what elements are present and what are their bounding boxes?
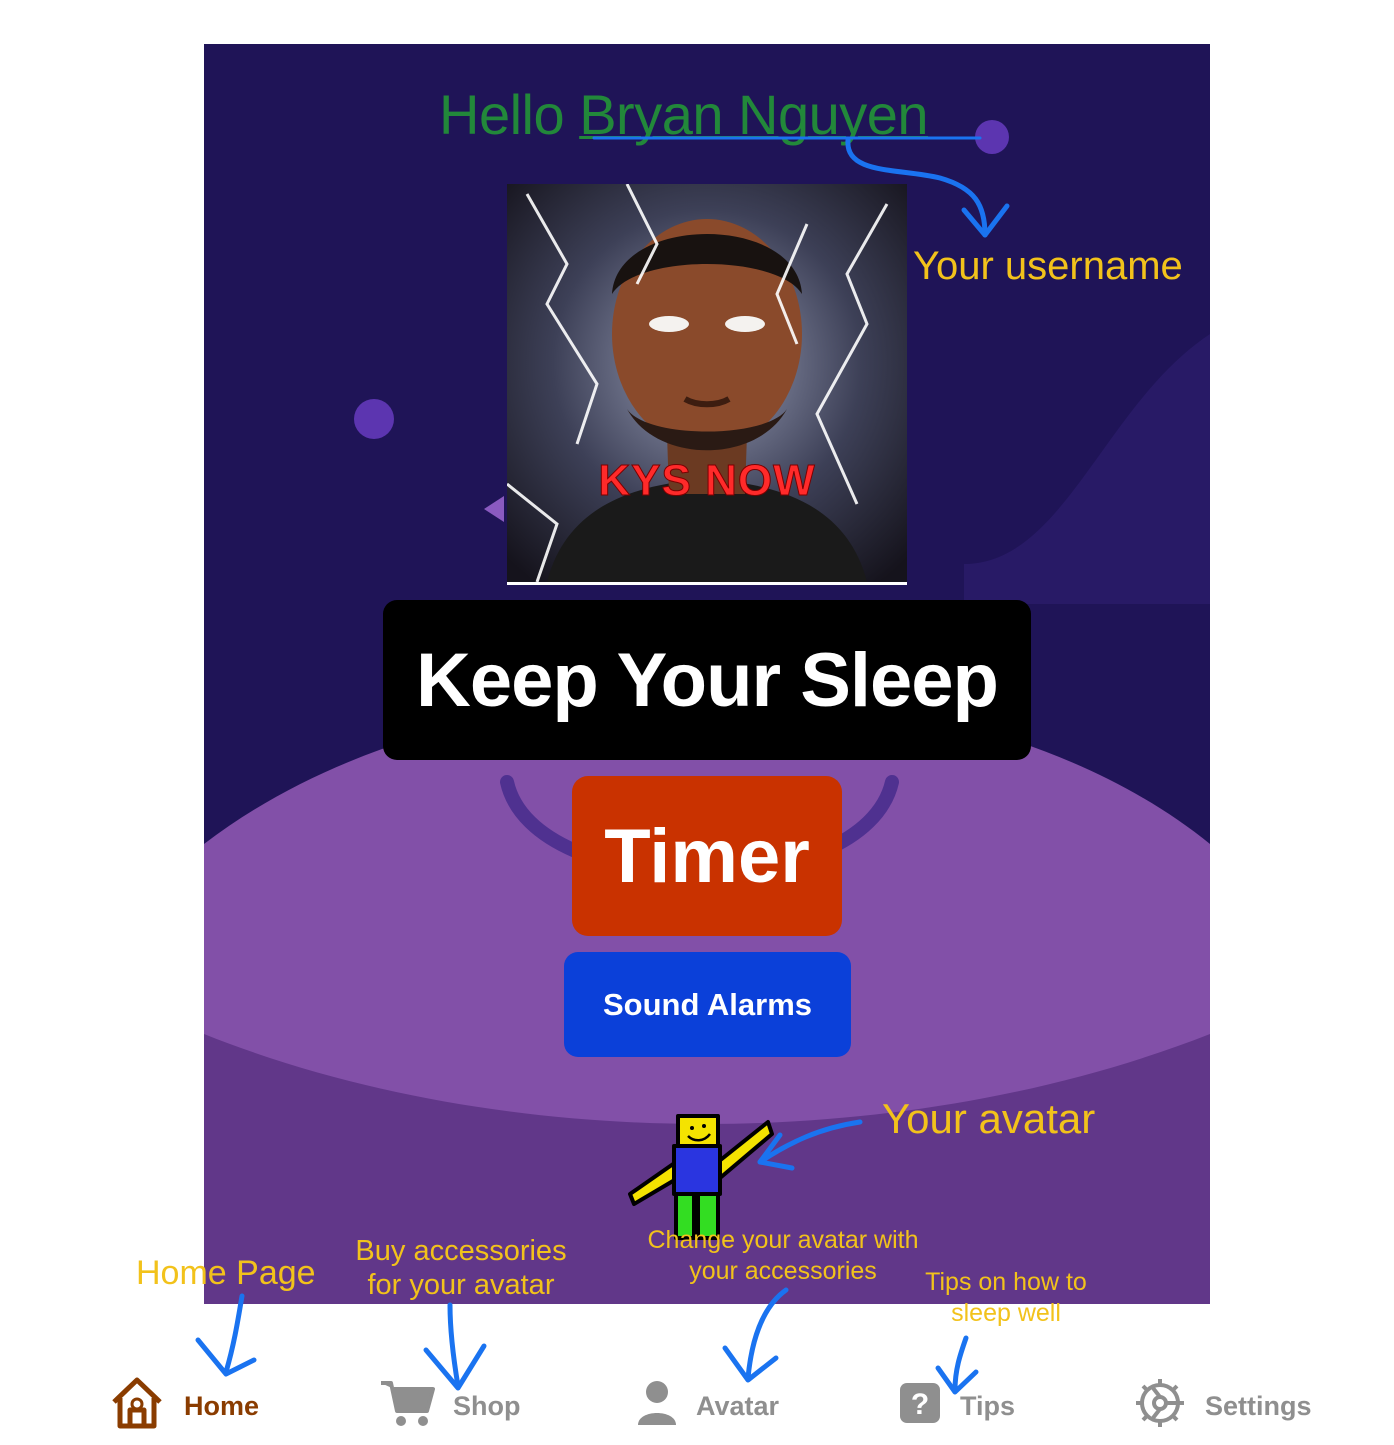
shop-annotation: Buy accessories for your avatar — [351, 1234, 571, 1302]
tab-home[interactable]: Home — [108, 1376, 260, 1437]
tab-settings[interactable]: Settings — [1133, 1378, 1312, 1434]
username-link[interactable]: Bryan Nguyen — [579, 83, 928, 146]
avatar-tab-annotation-line1: Change your avatar with — [647, 1226, 919, 1254]
tab-home-label: Home — [184, 1390, 260, 1421]
tips-annotation-line2: sleep well — [951, 1299, 1061, 1327]
tab-tips-label: Tips — [960, 1390, 1016, 1421]
avatar-tab-annotation: Change your avatar with your accessories — [636, 1225, 930, 1287]
shop-annotation-line2: for your avatar — [367, 1269, 555, 1301]
home-annotation: Home Page — [136, 1254, 316, 1292]
username-annotation: Your username — [913, 244, 1183, 288]
profile-image: KYS NOW — [507, 184, 907, 585]
tab-shop[interactable]: Shop — [379, 1378, 521, 1434]
tab-settings-label: Settings — [1205, 1390, 1312, 1421]
person-icon — [636, 1379, 678, 1434]
tab-avatar[interactable]: Avatar — [636, 1378, 779, 1434]
gear-icon — [1133, 1376, 1187, 1437]
shop-annotation-line1: Buy accessories — [355, 1235, 567, 1267]
greeting-prefix: Hello — [439, 83, 565, 146]
keep-your-sleep-button[interactable]: Keep Your Sleep — [383, 600, 1031, 760]
avatar-tab-annotation-line2: your accessories — [689, 1257, 877, 1285]
tab-tips[interactable]: ? Tips — [898, 1378, 1015, 1434]
greeting-heading: Hello Bryan Nguyen — [439, 82, 929, 147]
svg-text:?: ? — [911, 1388, 929, 1421]
profile-photo-art — [507, 184, 907, 582]
home-icon — [108, 1376, 166, 1437]
sound-alarms-button[interactable]: Sound Alarms — [564, 952, 851, 1057]
avatar-figure[interactable] — [622, 1104, 782, 1244]
help-icon: ? — [898, 1381, 942, 1432]
tab-shop-label: Shop — [453, 1390, 521, 1421]
profile-caption: KYS NOW — [598, 456, 816, 506]
tips-annotation: Tips on how to sleep well — [916, 1267, 1096, 1329]
timer-button[interactable]: Timer — [572, 776, 842, 936]
avatar-annotation: Your avatar — [882, 1095, 1096, 1142]
tab-avatar-label: Avatar — [696, 1390, 780, 1421]
cart-icon — [379, 1377, 435, 1436]
tips-annotation-line1: Tips on how to — [925, 1268, 1087, 1296]
